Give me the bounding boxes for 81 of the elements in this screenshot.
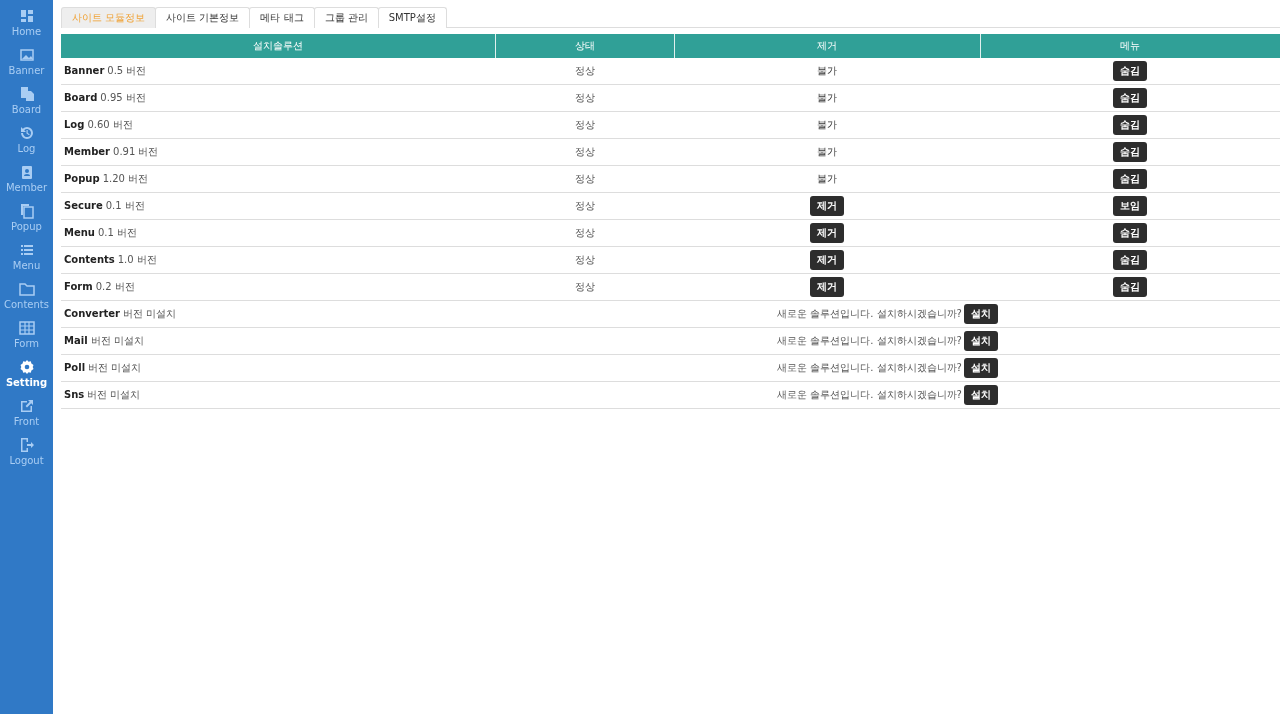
remove-unavailable-text: 불가 [817, 173, 837, 184]
status-text: 정상 [574, 254, 595, 265]
install-prompt: 새로운 솔루션입니다. 설치하시겠습니까? [777, 389, 962, 400]
module-name: Menu [64, 227, 95, 238]
tab[interactable]: 그룹 관리 [313, 7, 379, 28]
module-name: Popup [64, 173, 100, 184]
module-name: Converter [64, 308, 121, 319]
install-button[interactable]: 설치 [963, 385, 998, 405]
version-text: 0.60 버전 [87, 119, 133, 130]
remove-button[interactable]: 제거 [810, 277, 844, 297]
version-text: 버전 미설치 [87, 389, 141, 400]
status-text: 정상 [574, 119, 595, 130]
remove-button[interactable]: 제거 [810, 196, 844, 216]
settings-icon [18, 359, 35, 375]
copy-icon [18, 203, 35, 219]
logout-icon [18, 437, 35, 453]
version-text: 0.1 버전 [98, 227, 138, 238]
install-button[interactable]: 설치 [963, 304, 998, 324]
version-text: 0.2 버전 [95, 281, 135, 292]
status-text: 정상 [574, 146, 595, 157]
menu-toggle-button[interactable]: 숨김 [1113, 115, 1147, 135]
status-text: 정상 [574, 92, 595, 103]
external-link-icon [18, 398, 35, 414]
image-icon [18, 47, 35, 63]
version-text: 0.1 버전 [105, 200, 145, 211]
module-name: Member [64, 146, 111, 157]
module-name: Poll [64, 362, 86, 373]
version-text: 버전 미설치 [88, 362, 142, 373]
version-text: 1.20 버전 [102, 173, 149, 184]
status-text: 정상 [574, 281, 595, 292]
install-prompt: 새로운 솔루션입니다. 설치하시겠습니까? [777, 335, 962, 346]
menu-toggle-button[interactable]: 숨김 [1113, 223, 1147, 243]
column-header: 제거 [674, 34, 980, 58]
module-name: Contents [64, 254, 115, 265]
module-name: Log [64, 119, 85, 130]
install-button[interactable]: 설치 [963, 331, 998, 351]
remove-unavailable-text: 불가 [817, 146, 837, 157]
menu-icon [18, 242, 35, 258]
tab[interactable]: 사이트 기본정보 [155, 7, 251, 28]
install-prompt: 새로운 솔루션입니다. 설치하시겠습니까? [777, 308, 962, 319]
install-button[interactable]: 설치 [963, 358, 998, 378]
column-header: 설치솔루션 [61, 34, 495, 58]
status-text: 정상 [574, 173, 595, 184]
version-text: 0.5 버전 [107, 65, 147, 76]
status-text: 정상 [574, 200, 595, 211]
tab[interactable]: 메타 태그 [249, 7, 315, 28]
document-icon [18, 86, 35, 102]
version-text: 0.91 버전 [113, 146, 159, 157]
folder-icon [18, 281, 35, 297]
menu-toggle-button[interactable]: 숨김 [1113, 169, 1147, 189]
menu-toggle-button[interactable]: 숨김 [1113, 250, 1147, 270]
menu-toggle-button[interactable]: 숨김 [1113, 61, 1147, 81]
remove-button[interactable]: 제거 [810, 250, 844, 270]
status-text: 정상 [574, 65, 595, 76]
menu-toggle-button[interactable]: 숨김 [1113, 88, 1147, 108]
column-header: 메뉴 [980, 34, 1280, 58]
remove-unavailable-text: 불가 [817, 65, 837, 76]
version-text: 버전 미설치 [123, 308, 177, 319]
version-text: 버전 미설치 [90, 335, 144, 346]
version-text: 0.95 버전 [100, 92, 146, 103]
module-name: Banner [64, 65, 105, 76]
menu-toggle-button[interactable]: 보임 [1113, 196, 1147, 216]
version-text: 1.0 버전 [117, 254, 157, 265]
menu-toggle-button[interactable]: 숨김 [1113, 277, 1147, 297]
module-name: Mail [64, 335, 88, 346]
remove-unavailable-text: 불가 [817, 119, 837, 130]
table-icon [18, 320, 35, 336]
module-name: Form [64, 281, 93, 292]
remove-button[interactable]: 제거 [810, 223, 844, 243]
history-icon [18, 125, 35, 141]
tab[interactable]: SMTP설정 [377, 7, 447, 28]
column-header: 상태 [495, 34, 674, 58]
menu-toggle-button[interactable]: 숨김 [1113, 142, 1147, 162]
module-name: Secure [64, 200, 103, 211]
remove-unavailable-text: 불가 [817, 92, 837, 103]
status-text: 정상 [574, 227, 595, 238]
dashboard-icon [18, 8, 35, 24]
install-prompt: 새로운 솔루션입니다. 설치하시겠습니까? [777, 362, 962, 373]
module-name: Board [64, 92, 98, 103]
sidebar-item[interactable]: Setting [0, 359, 53, 398]
module-name: Sns [64, 389, 85, 400]
